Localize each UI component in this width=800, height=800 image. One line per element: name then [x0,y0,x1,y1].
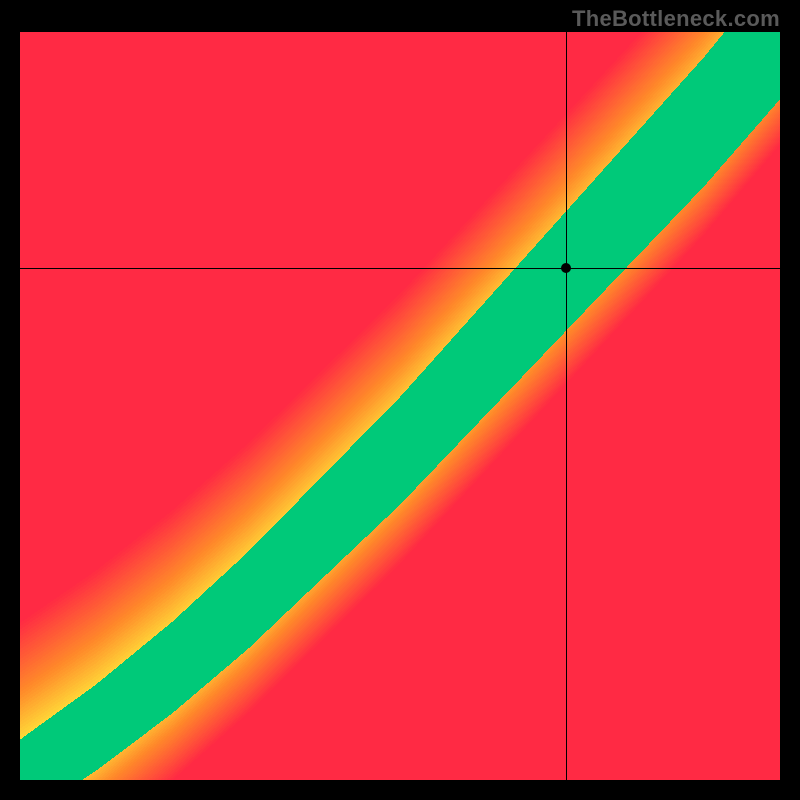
watermark-text: TheBottleneck.com [572,6,780,32]
crosshair-vertical [566,32,567,780]
chart-frame: TheBottleneck.com [0,0,800,800]
plot-area [20,32,780,780]
crosshair-horizontal [20,268,780,269]
heatmap-canvas [20,32,780,780]
selected-point-marker [561,263,571,273]
